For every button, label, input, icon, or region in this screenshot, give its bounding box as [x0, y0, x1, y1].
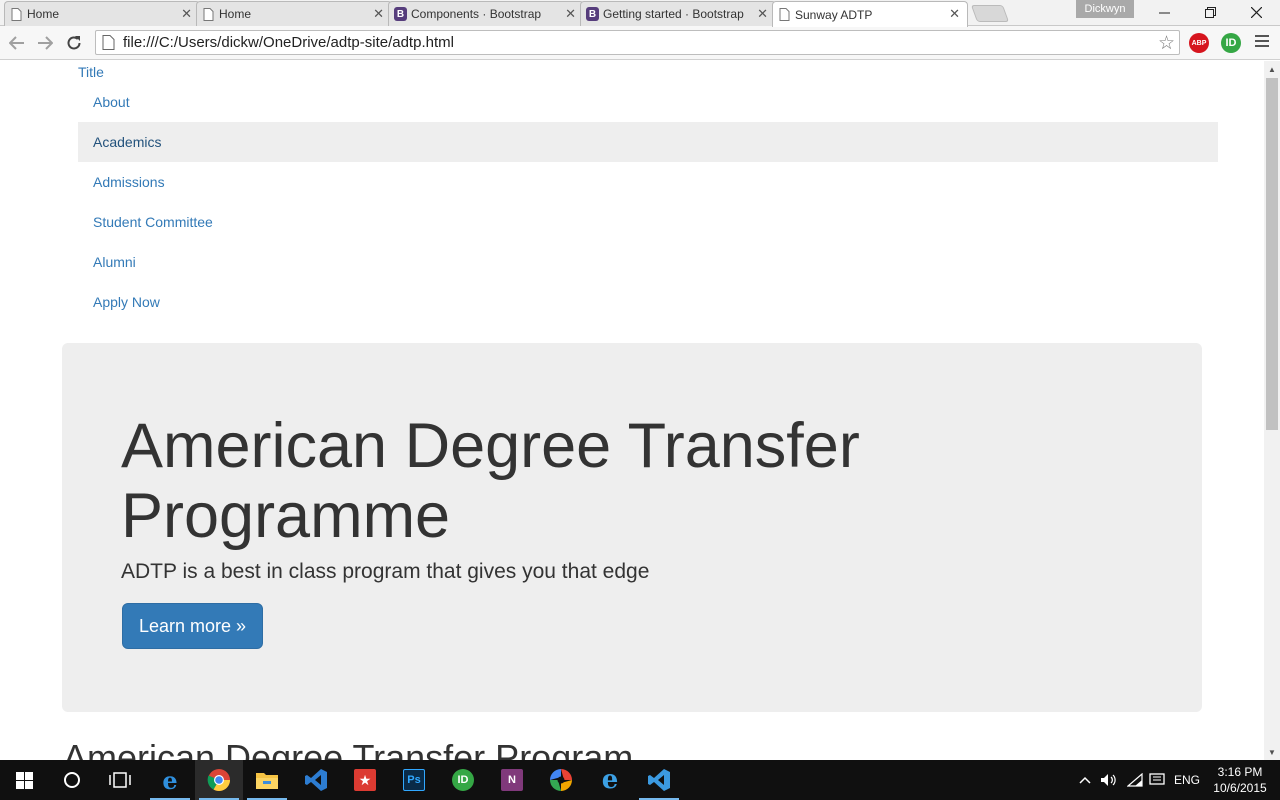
- address-text: file:///C:/Users/dickw/OneDrive/adtp-sit…: [123, 34, 454, 51]
- windows-start-icon[interactable]: [0, 760, 48, 800]
- close-icon[interactable]: ✕: [565, 6, 576, 22]
- address-bar[interactable]: file:///C:/Users/dickw/OneDrive/adtp-sit…: [95, 30, 1180, 55]
- vertical-scrollbar[interactable]: ▲ ▼: [1264, 61, 1280, 760]
- internet-explorer-icon[interactable]: e: [586, 760, 634, 800]
- browser-tab[interactable]: Home ✕: [4, 1, 200, 26]
- jumbotron-title: American Degree Transfer Programme: [121, 411, 860, 551]
- clock-time: 3:16 PM: [1217, 765, 1263, 779]
- tab-title: Components · Bootstrap: [411, 7, 542, 21]
- minimize-icon[interactable]: [1141, 0, 1187, 24]
- browser-tab-strip: Home ✕ Home ✕ B Components · Bootstrap ✕…: [0, 0, 1280, 27]
- forward-arrow-icon[interactable]: [35, 33, 55, 53]
- browser-tab[interactable]: B Components · Bootstrap ✕: [388, 1, 584, 26]
- page-icon: [102, 35, 118, 50]
- scroll-up-arrow-icon[interactable]: ▲: [1264, 61, 1280, 77]
- nav-item-academics[interactable]: Academics: [78, 122, 1218, 162]
- nav-item-student-committee[interactable]: Student Committee: [78, 202, 1218, 242]
- navbar-brand[interactable]: Title: [78, 64, 104, 80]
- windows-taskbar: e ★ Ps ID N e ENG 3:16 PM 10/6/2015: [0, 760, 1280, 800]
- tab-title: Home: [219, 7, 252, 21]
- browser-tab[interactable]: B Getting started · Bootstrap ✕: [580, 1, 776, 26]
- onenote-icon[interactable]: N: [488, 760, 536, 800]
- nav-item-about[interactable]: About: [78, 82, 1218, 122]
- adblock-plus-icon[interactable]: ABP: [1189, 33, 1209, 53]
- close-icon[interactable]: ✕: [949, 6, 960, 22]
- nav-item-apply-now[interactable]: Apply Now: [78, 282, 1218, 322]
- browser-tab-active[interactable]: Sunway ADTP ✕: [772, 1, 968, 27]
- nav-item-admissions[interactable]: Admissions: [78, 162, 1218, 202]
- bootstrap-icon: B: [586, 7, 599, 21]
- page-icon: [202, 7, 215, 21]
- edge-icon[interactable]: e: [146, 760, 194, 800]
- reload-icon[interactable]: [64, 33, 84, 53]
- close-window-icon[interactable]: [1233, 0, 1279, 24]
- task-view-icon[interactable]: [96, 760, 144, 800]
- id-app-icon[interactable]: ID: [439, 760, 487, 800]
- extension-id-icon[interactable]: ID: [1221, 33, 1241, 53]
- learn-more-button[interactable]: Learn more »: [122, 603, 263, 649]
- photoshop-icon[interactable]: Ps: [390, 760, 438, 800]
- page-icon: [10, 7, 23, 21]
- browser-tab[interactable]: Home ✕: [196, 1, 392, 26]
- page-viewport: Title About Academics Admissions Student…: [0, 61, 1264, 760]
- show-hidden-icons-icon[interactable]: [1076, 760, 1094, 800]
- tab-title: Getting started · Bootstrap: [603, 7, 744, 21]
- tab-title: Sunway ADTP: [795, 7, 873, 22]
- close-icon[interactable]: ✕: [373, 6, 384, 22]
- back-arrow-icon[interactable]: [7, 33, 27, 53]
- wifi-icon[interactable]: [1125, 760, 1145, 800]
- input-language[interactable]: ENG: [1170, 760, 1204, 800]
- action-center-icon[interactable]: [1147, 760, 1167, 800]
- restore-icon[interactable]: [1187, 0, 1233, 24]
- profile-button[interactable]: Dickwyn: [1076, 0, 1134, 18]
- clock-date: 10/6/2015: [1213, 781, 1267, 795]
- browser-toolbar: file:///C:/Users/dickw/OneDrive/adtp-sit…: [0, 26, 1280, 60]
- volume-icon[interactable]: [1099, 760, 1119, 800]
- picasa-icon[interactable]: [537, 760, 585, 800]
- nav-item-alumni[interactable]: Alumni: [78, 242, 1218, 282]
- section-heading: American Degree Transfer Program: [63, 737, 634, 760]
- wunderlist-icon[interactable]: ★: [341, 760, 389, 800]
- new-tab-button[interactable]: [970, 5, 1010, 22]
- visual-studio-icon[interactable]: [292, 760, 340, 800]
- scroll-thumb[interactable]: [1266, 78, 1278, 430]
- bookmark-star-icon[interactable]: ☆: [1158, 32, 1175, 55]
- chrome-menu-icon[interactable]: [1255, 35, 1269, 50]
- scroll-down-arrow-icon[interactable]: ▼: [1264, 744, 1280, 760]
- jumbotron-lead: ADTP is a best in class program that giv…: [121, 560, 650, 583]
- cortana-search-icon[interactable]: [48, 760, 96, 800]
- jumbotron: American Degree Transfer Programme ADTP …: [62, 343, 1202, 712]
- close-icon[interactable]: ✕: [181, 6, 192, 22]
- visual-studio-code-icon[interactable]: [635, 760, 683, 800]
- bootstrap-icon: B: [394, 7, 407, 21]
- chrome-icon[interactable]: [195, 760, 243, 800]
- taskbar-clock[interactable]: 3:16 PM 10/6/2015: [1206, 764, 1274, 796]
- close-icon[interactable]: ✕: [757, 6, 768, 22]
- file-explorer-icon[interactable]: [243, 760, 291, 800]
- page-icon: [778, 7, 791, 21]
- nav-menu: About Academics Admissions Student Commi…: [78, 82, 1218, 322]
- tab-title: Home: [27, 7, 60, 21]
